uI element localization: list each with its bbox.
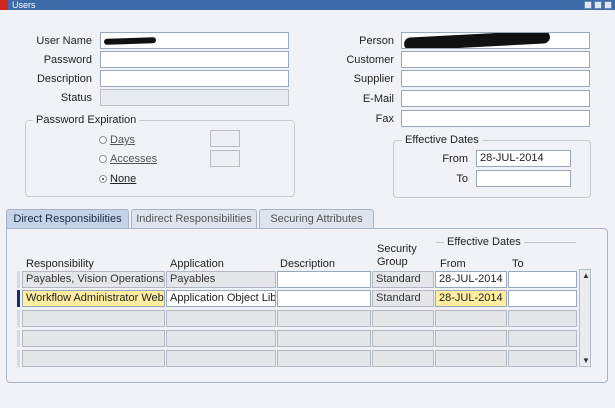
to-date-field[interactable]: [476, 170, 571, 187]
row4-responsibility[interactable]: [22, 330, 165, 347]
radio-days[interactable]: Days: [99, 133, 135, 147]
col-from: From: [440, 258, 466, 270]
tab-indirect-responsibilities[interactable]: Indirect Responsibilities: [131, 209, 257, 228]
col-application: Application: [170, 258, 224, 270]
row2-security-group[interactable]: Standard: [372, 290, 434, 307]
description-label: Description: [36, 73, 92, 85]
effective-dates-group: [393, 140, 591, 198]
row-indicator[interactable]: [17, 310, 20, 327]
row5-responsibility[interactable]: [22, 350, 165, 367]
tab-securing-attributes[interactable]: Securing Attributes: [259, 209, 374, 228]
redaction-mark: [103, 37, 157, 45]
row2-to[interactable]: [508, 290, 577, 307]
password-expiration-title: Password Expiration: [33, 114, 140, 126]
row1-to[interactable]: [508, 271, 577, 288]
row4-from[interactable]: [435, 330, 507, 347]
from-label: From: [442, 153, 468, 165]
col-security-line2: Group: [377, 256, 408, 268]
radio-accesses[interactable]: Accesses: [99, 152, 157, 166]
days-value-field: [210, 130, 240, 147]
row1-from[interactable]: 28-JUL-2014: [435, 271, 507, 288]
row3-to[interactable]: [508, 310, 577, 327]
supplier-field[interactable]: [401, 70, 590, 87]
fax-field[interactable]: [401, 110, 590, 127]
radio-dot-icon: [99, 155, 107, 163]
close-icon[interactable]: [604, 1, 612, 9]
minimize-icon[interactable]: [584, 1, 592, 9]
row1-description[interactable]: [277, 271, 371, 288]
customer-field[interactable]: [401, 51, 590, 68]
radio-dot-icon: [99, 136, 107, 144]
row3-responsibility[interactable]: [22, 310, 165, 327]
description-field[interactable]: [100, 70, 289, 87]
radio-none[interactable]: None: [99, 172, 136, 186]
password-expiration-group: [25, 120, 295, 197]
redaction-mark: [403, 33, 551, 48]
scroll-up-icon[interactable]: ▲: [582, 272, 590, 280]
row4-security-group[interactable]: [372, 330, 434, 347]
row3-description[interactable]: [277, 310, 371, 327]
row1-security-group[interactable]: Standard: [372, 271, 434, 288]
row2-description[interactable]: [277, 290, 371, 307]
row5-security-group[interactable]: [372, 350, 434, 367]
col-security-line1: Security: [377, 243, 417, 255]
fax-label: Fax: [375, 113, 394, 125]
supplier-label: Supplier: [353, 73, 394, 85]
oracle-app-icon: [0, 0, 8, 10]
row-indicator[interactable]: [17, 350, 20, 367]
row-indicator[interactable]: [17, 271, 20, 288]
from-date-field[interactable]: 28-JUL-2014: [476, 150, 571, 167]
col-to: To: [512, 258, 524, 270]
row3-security-group[interactable]: [372, 310, 434, 327]
row2-from[interactable]: 28-JUL-2014: [435, 290, 507, 307]
row4-description[interactable]: [277, 330, 371, 347]
row5-to[interactable]: [508, 350, 577, 367]
row2-responsibility[interactable]: Workflow Administrator Web: [22, 290, 165, 307]
window-title: Users: [12, 0, 36, 10]
maximize-icon[interactable]: [594, 1, 602, 9]
row4-application[interactable]: [166, 330, 276, 347]
grid-effective-dates-label: Effective Dates: [444, 236, 524, 248]
row5-application[interactable]: [166, 350, 276, 367]
scroll-down-icon[interactable]: ▼: [582, 357, 590, 365]
person-field[interactable]: [401, 32, 590, 49]
row-indicator-current[interactable]: [17, 290, 20, 307]
window-titlebar: Users: [0, 0, 615, 10]
col-description: Description: [280, 258, 336, 270]
user-name-field[interactable]: [100, 32, 289, 49]
radio-dot-selected-icon: [99, 175, 107, 183]
status-label: Status: [60, 92, 92, 104]
row1-responsibility[interactable]: Payables, Vision Operations: [22, 271, 165, 288]
status-field: [100, 89, 289, 106]
person-label: Person: [359, 35, 394, 47]
row3-application[interactable]: [166, 310, 276, 327]
password-field[interactable]: [100, 51, 289, 68]
effective-dates-title: Effective Dates: [402, 134, 482, 146]
row5-from[interactable]: [435, 350, 507, 367]
tab-direct-responsibilities[interactable]: Direct Responsibilities: [6, 209, 129, 229]
row2-application[interactable]: Application Object Libi: [166, 290, 276, 307]
customer-label: Customer: [346, 54, 394, 66]
row1-application[interactable]: Payables: [166, 271, 276, 288]
user-name-label: User Name: [36, 35, 92, 47]
password-label: Password: [43, 54, 92, 66]
row-indicator[interactable]: [17, 330, 20, 347]
col-responsibility: Responsibility: [26, 258, 94, 270]
row4-to[interactable]: [508, 330, 577, 347]
row3-from[interactable]: [435, 310, 507, 327]
accesses-value-field: [210, 150, 240, 167]
email-label: E-Mail: [362, 93, 394, 105]
grid-scrollbar[interactable]: ▲ ▼: [579, 269, 591, 367]
row5-description[interactable]: [277, 350, 371, 367]
to-label: To: [456, 173, 468, 185]
email-field[interactable]: [401, 90, 590, 107]
